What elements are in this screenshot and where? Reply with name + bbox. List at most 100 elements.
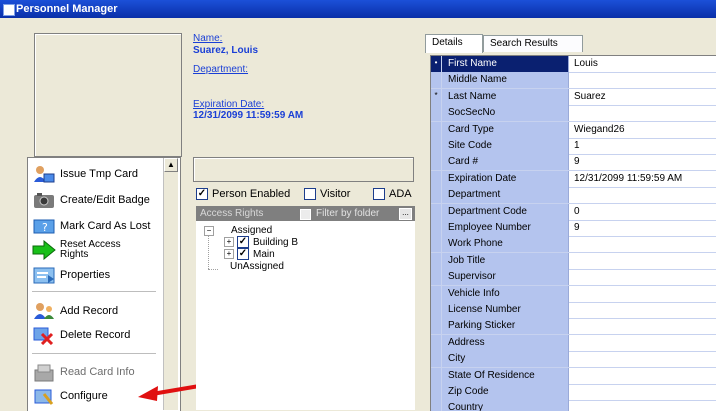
details-row[interactable]: Job Title (431, 252, 716, 270)
expiration-label[interactable]: Expiration Date: (193, 99, 264, 110)
field-value[interactable]: Wiegand26 (570, 122, 716, 138)
details-row[interactable]: Expiration Date 12/31/2099 11:59:59 AM (431, 170, 716, 188)
delete-icon (32, 325, 56, 346)
field-name: Parking Sticker (442, 318, 569, 335)
details-row[interactable]: Supervisor (431, 269, 716, 287)
card-number-field[interactable] (193, 157, 414, 182)
details-row[interactable]: Site Code 1 (431, 138, 716, 155)
checkbox-checked-icon[interactable]: ✓ (237, 248, 249, 260)
row-marker (431, 400, 442, 411)
details-row[interactable]: * Last Name Suarez (431, 88, 716, 106)
field-value[interactable] (570, 302, 716, 318)
details-row[interactable]: Parking Sticker (431, 318, 716, 336)
field-value[interactable]: 9 (570, 220, 716, 236)
field-name: Card # (442, 154, 569, 171)
tree-node-unassigned[interactable]: UnAssigned (230, 261, 284, 272)
details-row[interactable]: City (431, 351, 716, 369)
details-row[interactable]: Card Type Wiegand26 (431, 121, 716, 139)
field-value[interactable] (570, 236, 716, 252)
delete-record-button[interactable]: Delete Record (32, 323, 160, 347)
field-value[interactable] (570, 253, 716, 269)
tree-node-main[interactable]: + ✓ Main (224, 248, 275, 260)
details-row[interactable]: • First Name Louis (431, 56, 716, 73)
field-value[interactable]: 12/31/2099 11:59:59 AM (570, 171, 716, 187)
field-value[interactable] (570, 269, 716, 285)
details-row[interactable]: Country (431, 400, 716, 411)
field-value[interactable] (570, 105, 716, 121)
access-rights-header: Access Rights Filter by folder ... (196, 206, 415, 221)
card-reader-icon (32, 362, 56, 382)
checkbox-checked-icon[interactable]: ✓ (237, 236, 249, 248)
tab-details[interactable]: Details (425, 34, 483, 53)
field-value[interactable] (570, 286, 716, 302)
field-name: License Number (442, 302, 569, 318)
more-options-button[interactable]: ... (399, 208, 412, 220)
details-row[interactable]: Employee Number 9 (431, 220, 716, 237)
field-value[interactable]: 0 (570, 204, 716, 220)
tab-search-results[interactable]: Search Results (483, 35, 583, 52)
field-name: Address (442, 334, 569, 351)
field-value[interactable] (570, 400, 716, 411)
issue-tmp-card-button[interactable]: Issue Tmp Card (32, 162, 160, 186)
field-value[interactable]: Suarez (570, 89, 716, 105)
expand-icon[interactable]: + (224, 249, 234, 259)
field-value[interactable] (570, 187, 716, 203)
field-value[interactable] (570, 318, 716, 334)
row-marker (431, 187, 442, 204)
department-label[interactable]: Department: (193, 64, 248, 75)
details-row[interactable]: Middle Name (431, 72, 716, 90)
details-row[interactable]: Work Phone (431, 236, 716, 254)
reset-access-rights-button[interactable]: Reset Access Rights (32, 238, 160, 262)
details-row[interactable]: Zip Code (431, 384, 716, 401)
field-value[interactable] (570, 368, 716, 384)
details-row[interactable]: Department Code 0 (431, 203, 716, 221)
field-name: Zip Code (442, 384, 569, 400)
tree-node-assigned[interactable]: − Assigned (204, 225, 272, 236)
field-name: City (442, 351, 569, 368)
field-name: Department (442, 187, 569, 204)
details-row[interactable]: Department (431, 187, 716, 205)
details-row[interactable]: Card #9 (431, 154, 716, 172)
name-label[interactable]: Name: (193, 33, 222, 44)
row-marker (431, 170, 442, 187)
mark-card-as-lost-button[interactable]: ? Mark Card As Lost (32, 214, 160, 238)
filter-by-folder-checkbox[interactable] (300, 209, 311, 220)
field-value[interactable]: 1 (570, 138, 716, 154)
visitor-checkbox[interactable]: Visitor (304, 188, 350, 200)
tree-line (208, 269, 218, 270)
row-marker (431, 384, 442, 400)
field-name: Employee Number (442, 220, 569, 236)
add-record-button[interactable]: Add Record (32, 299, 160, 323)
details-row[interactable]: State Of Residence (431, 367, 716, 385)
field-value[interactable] (570, 384, 716, 400)
lost-card-icon: ? (32, 216, 56, 236)
field-value[interactable] (570, 351, 716, 367)
ada-checkbox[interactable]: ADA (373, 188, 412, 200)
details-row[interactable]: Vehicle Info (431, 285, 716, 303)
field-value[interactable]: Louis (570, 56, 716, 72)
row-marker (431, 302, 442, 318)
row-marker (431, 334, 442, 351)
details-row[interactable]: SocSecNo (431, 105, 716, 123)
collapse-icon[interactable]: − (204, 225, 214, 236)
tree-node-building-b[interactable]: + ✓ Building B (224, 236, 298, 248)
field-value[interactable]: 9 (570, 154, 716, 170)
row-marker (431, 121, 442, 138)
row-marker (431, 203, 442, 220)
action-separator (32, 353, 156, 354)
checkbox-icon (373, 188, 385, 200)
row-marker (431, 367, 442, 384)
expand-icon[interactable]: + (224, 237, 234, 247)
field-value[interactable] (570, 335, 716, 351)
properties-button[interactable]: Properties (32, 263, 160, 287)
window-title: Personnel Manager (16, 3, 118, 15)
person-photo (34, 33, 182, 157)
field-value[interactable] (570, 72, 716, 88)
row-marker (431, 220, 442, 236)
scroll-up-arrow-icon[interactable]: ▲ (164, 158, 178, 172)
create-edit-badge-button[interactable]: Create/Edit Badge (32, 188, 160, 212)
details-row[interactable]: Address (431, 334, 716, 352)
person-enabled-checkbox[interactable]: ✓ Person Enabled (196, 188, 290, 200)
field-name: State Of Residence (442, 367, 569, 384)
details-row[interactable]: License Number (431, 302, 716, 319)
